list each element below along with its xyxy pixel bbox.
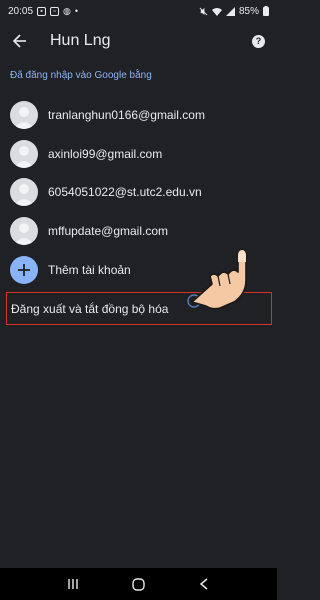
avatar-icon	[10, 139, 38, 168]
account-email: mffupdate@gmail.com	[48, 223, 169, 238]
status-right: 85%	[199, 6, 269, 17]
back-chevron-icon	[199, 578, 208, 590]
home-icon	[132, 577, 145, 591]
avatar-icon	[10, 178, 38, 207]
app-bar: Hun Lng ?	[0, 22, 277, 60]
recent-apps-icon	[68, 579, 78, 589]
status-bar: 20:05 ▪ ▫ ◍ • 85%	[0, 0, 277, 22]
back-nav-button[interactable]	[192, 572, 216, 596]
battery-percent: 85%	[238, 5, 259, 17]
status-time: 20:05	[8, 5, 34, 17]
add-account-label: Thêm tài khoản	[48, 263, 131, 277]
photo-notification-icon: ▫	[50, 6, 60, 16]
more-notifications-icon: •	[74, 5, 79, 16]
account-row[interactable]: 6054051022@st.utc2.edu.vn	[0, 173, 277, 212]
sign-out-label: Đăng xuất và tắt đồng bộ hóa	[11, 301, 169, 316]
gallery-notification-icon: ▪	[37, 6, 47, 16]
avatar-icon	[10, 101, 38, 130]
recent-apps-button[interactable]	[61, 572, 85, 596]
account-row[interactable]: tranlanghun0166@gmail.com	[0, 96, 277, 135]
screen: 20:05 ▪ ▫ ◍ • 85% Hun Lng ? Đã đăng nhập…	[0, 0, 277, 600]
status-left: 20:05 ▪ ▫ ◍ •	[8, 6, 78, 17]
help-icon[interactable]: ?	[252, 34, 265, 48]
account-email: 6054051022@st.utc2.edu.vn	[48, 185, 202, 200]
battery-icon	[263, 6, 269, 16]
signed-in-header: Đã đăng nhập vào Google bằng	[10, 70, 152, 81]
mute-icon	[199, 7, 208, 15]
page-title: Hun Lng	[50, 32, 111, 49]
back-arrow-icon	[13, 34, 26, 48]
account-row[interactable]: axinloi99@gmail.com	[0, 135, 277, 174]
back-button[interactable]	[10, 31, 30, 51]
navigation-bar	[0, 568, 277, 600]
signal-icon	[225, 6, 235, 16]
add-icon	[10, 256, 38, 284]
pointing-hand-icon	[187, 249, 247, 310]
account-email: tranlanghun0166@gmail.com	[48, 108, 205, 123]
messenger-notification-icon: ◍	[63, 5, 71, 16]
avatar-icon	[10, 216, 38, 245]
account-list: tranlanghun0166@gmail.com axinloi99@gmai…	[0, 96, 277, 250]
account-email: axinloi99@gmail.com	[48, 146, 163, 161]
home-button[interactable]	[126, 572, 150, 596]
wifi-icon	[211, 7, 222, 16]
